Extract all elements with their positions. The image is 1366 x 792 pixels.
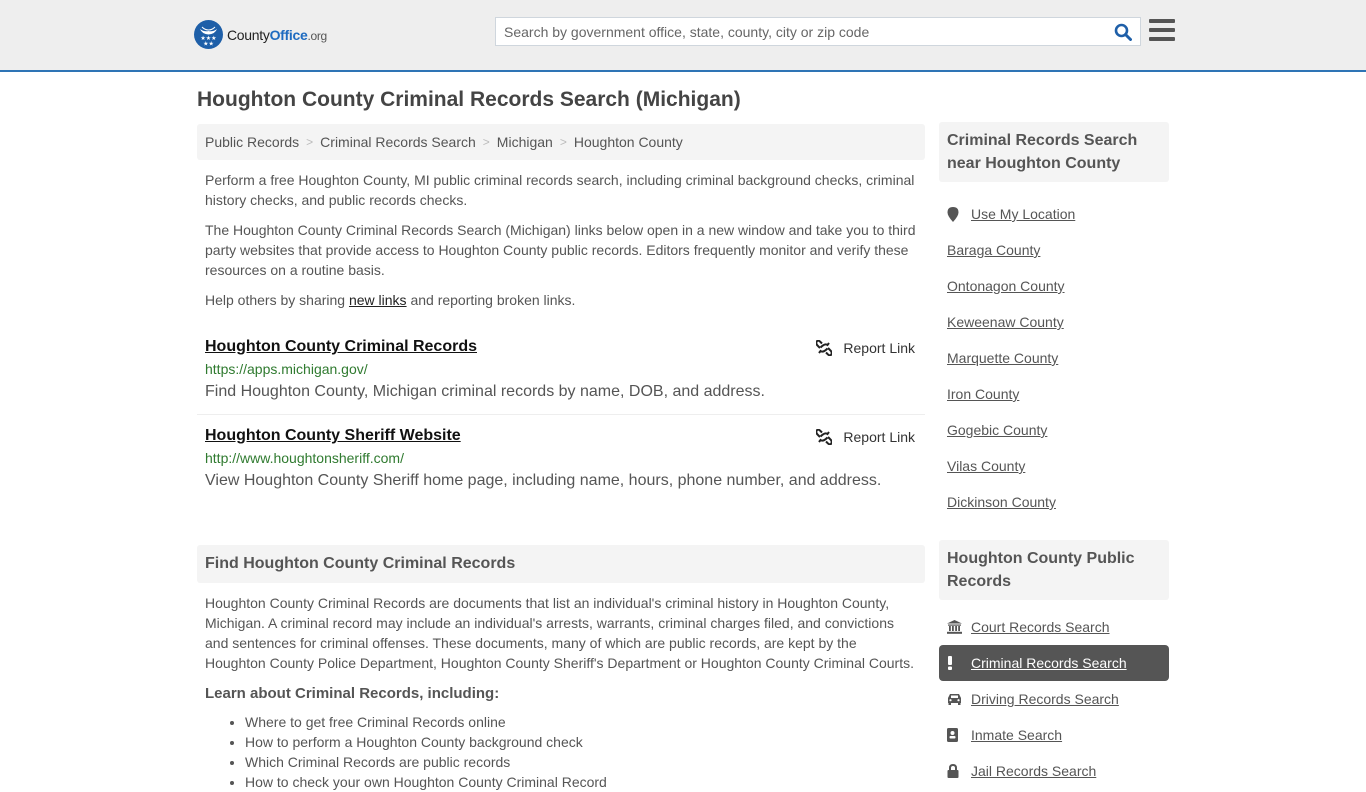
site-header: ★★★ ★★ CountyOffice.org: [0, 0, 1366, 72]
nearby-county-item: Marquette County: [939, 340, 1169, 376]
broken-link-icon: [816, 340, 833, 356]
eagle-stars-badge-icon: ★★★ ★★: [194, 20, 223, 49]
site-logo[interactable]: ★★★ ★★ CountyOffice.org: [194, 20, 327, 49]
learn-about-item: How to perform a Houghton County backgro…: [245, 732, 925, 752]
nearby-county-link[interactable]: Marquette County: [947, 350, 1058, 366]
search-input[interactable]: [496, 18, 1106, 45]
hamburger-menu-icon-bar: [1149, 37, 1175, 41]
hamburger-menu-icon-bar: [1149, 28, 1175, 32]
map-pin-icon: [947, 206, 963, 222]
breadcrumb-michigan[interactable]: Michigan: [497, 134, 553, 150]
nearby-county-link[interactable]: Keweenaw County: [947, 314, 1064, 330]
broken-link-icon: [816, 429, 833, 445]
report-link-button[interactable]: Report Link: [816, 340, 915, 356]
share-links-paragraph: Help others by sharing new links and rep…: [205, 292, 576, 308]
nearby-county-item: Baraga County: [939, 232, 1169, 268]
car-icon: [947, 693, 963, 705]
intro-text: Perform a free Houghton County, MI publi…: [197, 170, 925, 310]
hamburger-menu-icon-bar: [1149, 19, 1175, 23]
public-records-heading: Houghton County Public Records: [939, 540, 1169, 600]
breadcrumb-separator: >: [559, 135, 567, 149]
nearby-county-link[interactable]: Dickinson County: [947, 494, 1056, 510]
public-records-item-criminal: Criminal Records Search: [939, 645, 1169, 681]
resource-link-item: Houghton County Criminal Records https:/…: [197, 330, 925, 415]
driving-records-search-link[interactable]: Driving Records Search: [971, 691, 1119, 707]
nearby-counties-heading: Criminal Records Search near Houghton Co…: [939, 122, 1169, 182]
resource-link-title[interactable]: Houghton County Sheriff Website: [205, 425, 461, 447]
breadcrumb-separator: >: [306, 135, 314, 149]
use-my-location-link[interactable]: Use My Location: [971, 206, 1075, 222]
sidebar: Criminal Records Search near Houghton Co…: [939, 122, 1169, 789]
criminal-records-search-link[interactable]: Criminal Records Search: [971, 655, 1127, 671]
public-records-item-jail: Jail Records Search: [939, 753, 1169, 789]
resource-links-list: Houghton County Criminal Records https:/…: [197, 330, 925, 503]
public-records-item-inmate: Inmate Search: [939, 717, 1169, 753]
public-records-list: Court Records Search Criminal Records Se…: [939, 609, 1169, 789]
learn-about-list: Where to get free Criminal Records onlin…: [197, 712, 925, 792]
nearby-county-item: Keweenaw County: [939, 304, 1169, 340]
resource-link-item: Houghton County Sheriff Website http://w…: [197, 415, 925, 503]
lock-icon: [947, 764, 963, 778]
hamburger-menu-button[interactable]: [1149, 19, 1175, 41]
jail-records-search-link[interactable]: Jail Records Search: [971, 763, 1096, 779]
inmate-search-link[interactable]: Inmate Search: [971, 727, 1062, 743]
resource-link-url: http://www.houghtonsheriff.com/: [205, 450, 404, 466]
logo-wordmark: CountyOffice.org: [227, 26, 327, 43]
breadcrumb: Public Records > Criminal Records Search…: [197, 124, 925, 160]
page-title: Houghton County Criminal Records Search …: [197, 88, 741, 111]
public-records-item-driving: Driving Records Search: [939, 681, 1169, 717]
nearby-county-link[interactable]: Iron County: [947, 386, 1019, 402]
resource-link-url: https://apps.michigan.gov/: [205, 361, 368, 377]
exclamation-icon: [947, 656, 963, 670]
main-content: Public Records > Criminal Records Search…: [197, 124, 925, 792]
svg-text:★★: ★★: [203, 41, 214, 48]
nearby-county-link[interactable]: Vilas County: [947, 458, 1025, 474]
learn-about-item: Which Criminal Records are public record…: [245, 752, 925, 772]
nearby-county-item: Ontonagon County: [939, 268, 1169, 304]
find-records-heading: Find Houghton County Criminal Records: [197, 545, 925, 583]
nearby-county-link[interactable]: Gogebic County: [947, 422, 1047, 438]
new-links-link[interactable]: new links: [349, 292, 407, 308]
breadcrumb-separator: >: [482, 135, 490, 149]
breadcrumb-houghton-county[interactable]: Houghton County: [574, 134, 683, 150]
resource-link-title[interactable]: Houghton County Criminal Records: [205, 336, 477, 358]
breadcrumb-public-records[interactable]: Public Records: [205, 134, 299, 150]
nearby-county-item: Iron County: [939, 376, 1169, 412]
nearby-county-item: Dickinson County: [939, 484, 1169, 520]
breadcrumb-criminal-records-search[interactable]: Criminal Records Search: [320, 134, 476, 150]
intro-paragraph: Perform a free Houghton County, MI publi…: [205, 172, 915, 208]
search-button[interactable]: [1106, 18, 1140, 45]
search-icon: [1114, 23, 1132, 41]
courthouse-icon: [947, 620, 963, 634]
nearby-county-item: Gogebic County: [939, 412, 1169, 448]
report-link-button[interactable]: Report Link: [816, 429, 915, 445]
resource-link-description: Find Houghton County, Michigan criminal …: [205, 383, 765, 400]
learn-about-item: How to check your own Houghton County Cr…: [245, 772, 925, 792]
resource-link-description: View Houghton County Sheriff home page, …: [205, 472, 882, 489]
find-records-body: Houghton County Criminal Records are doc…: [197, 593, 925, 792]
use-my-location-item: Use My Location: [939, 196, 1169, 232]
court-records-search-link[interactable]: Court Records Search: [971, 619, 1110, 635]
intro-paragraph: The Houghton County Criminal Records Sea…: [205, 222, 916, 278]
learn-about-heading: Learn about Criminal Records, including:: [205, 685, 500, 702]
nearby-county-link[interactable]: Baraga County: [947, 242, 1040, 258]
id-badge-icon: [947, 728, 963, 742]
nearby-county-item: Vilas County: [939, 448, 1169, 484]
learn-about-item: Where to get free Criminal Records onlin…: [245, 712, 925, 732]
nearby-county-link[interactable]: Ontonagon County: [947, 278, 1065, 294]
site-search: [495, 17, 1141, 46]
nearby-counties-list: Use My Location Baraga County Ontonagon …: [939, 196, 1169, 520]
find-records-paragraph: Houghton County Criminal Records are doc…: [205, 595, 915, 671]
public-records-item-court: Court Records Search: [939, 609, 1169, 645]
